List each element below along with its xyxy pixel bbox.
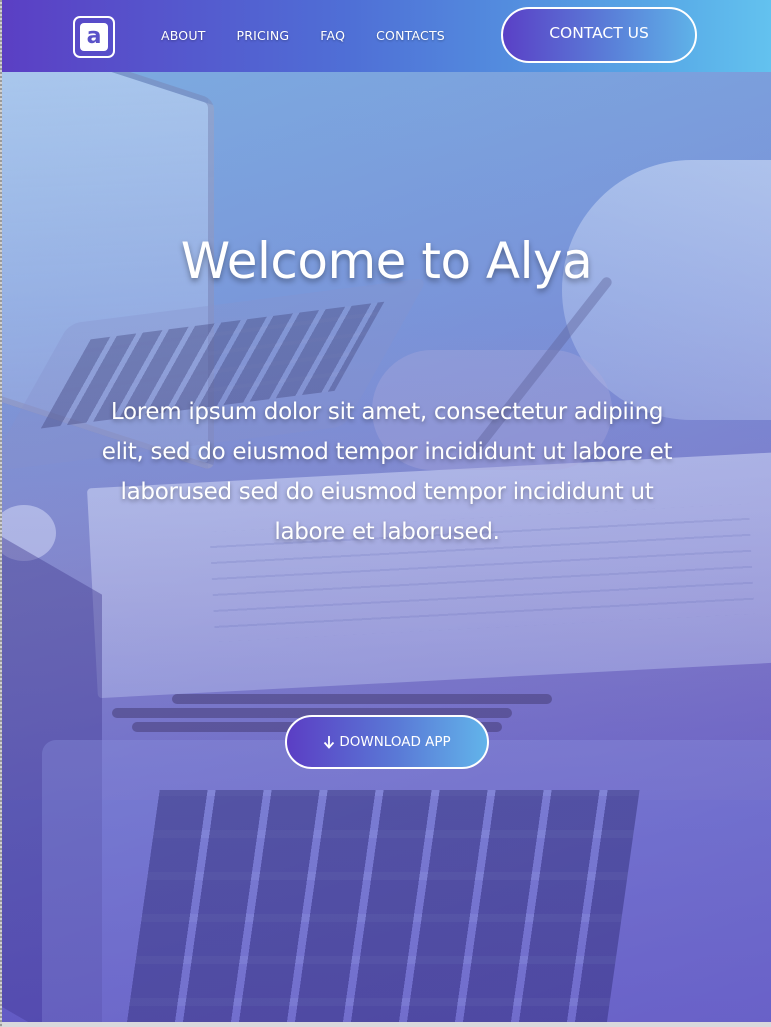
logo-letter: a <box>80 23 108 51</box>
hero-description: Lorem ipsum dolor sit amet, consectetur … <box>101 399 673 545</box>
top-navbar: a ABOUT PRICING FAQ CONTACTS CONTACT US <box>2 0 771 72</box>
arrow-down-icon <box>324 736 335 749</box>
nav-links: ABOUT PRICING FAQ CONTACTS <box>161 28 445 46</box>
contact-us-button[interactable]: CONTACT US <box>501 7 697 63</box>
hero-title: Welcome to Alya <box>180 232 593 290</box>
brand-logo[interactable]: a <box>73 16 115 58</box>
nav-link-about[interactable]: ABOUT <box>161 28 206 46</box>
nav-link-faq[interactable]: FAQ <box>320 28 345 46</box>
nav-link-contacts[interactable]: CONTACTS <box>376 28 445 46</box>
landing-page: a ABOUT PRICING FAQ CONTACTS CONTACT US … <box>2 0 771 1022</box>
download-app-label: DOWNLOAD APP <box>339 734 451 750</box>
nav-link-pricing[interactable]: PRICING <box>237 28 290 46</box>
download-app-button[interactable]: DOWNLOAD APP <box>285 715 489 769</box>
